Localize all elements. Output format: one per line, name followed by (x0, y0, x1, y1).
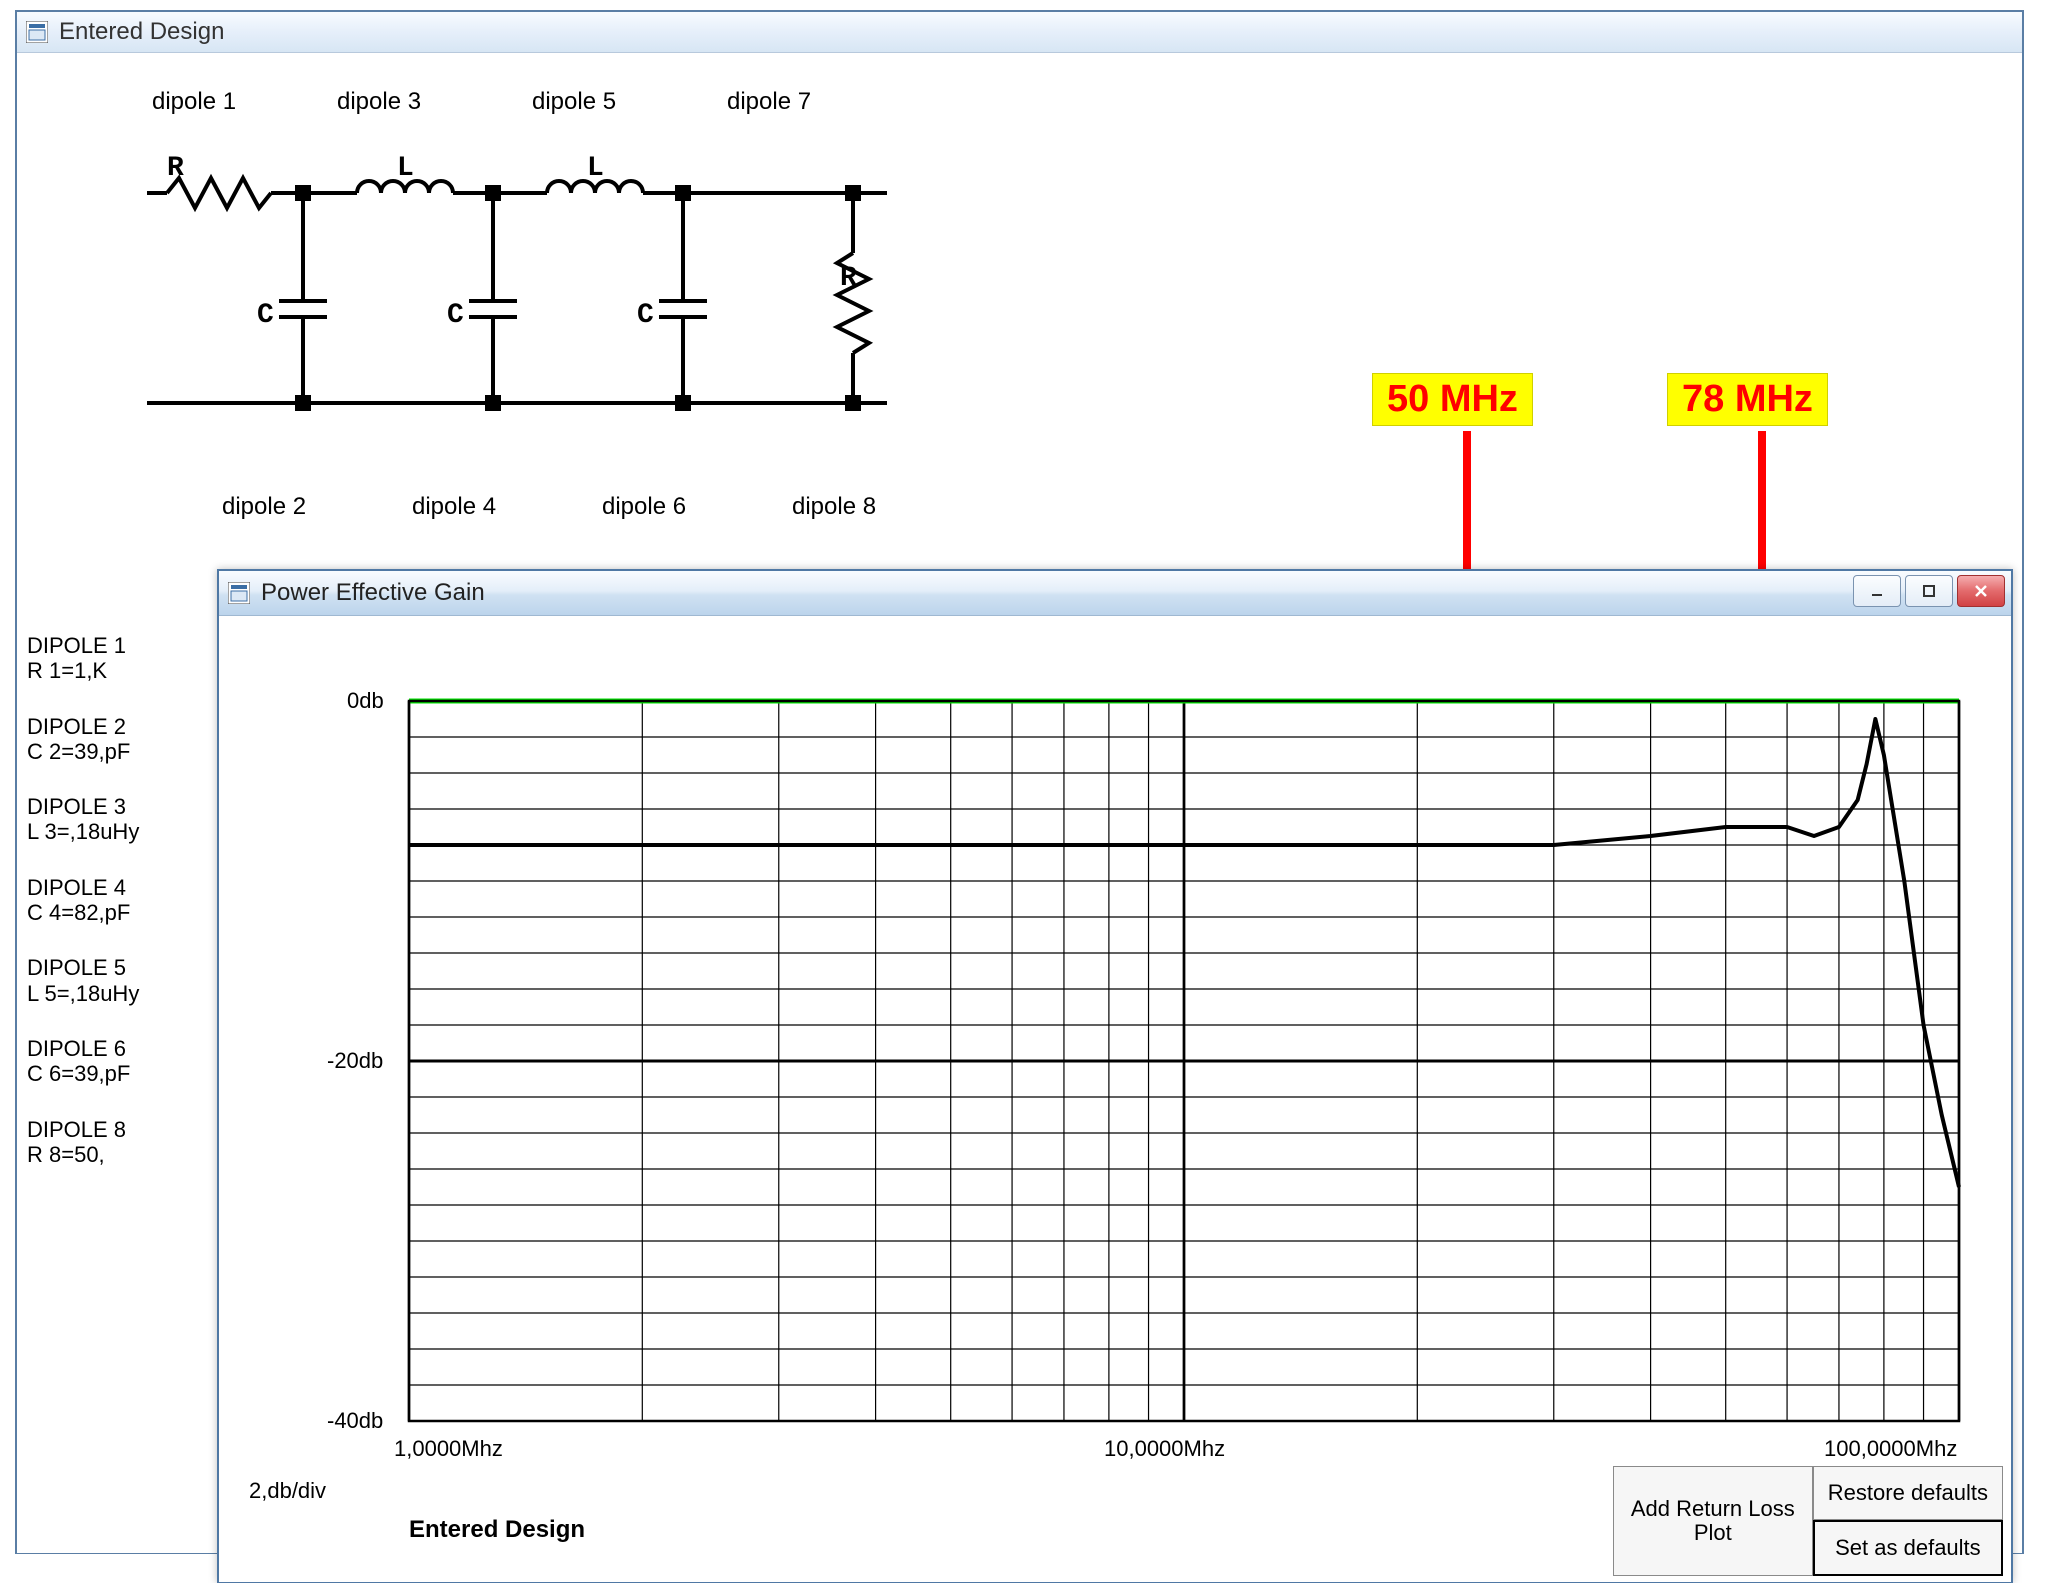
dipole-top-label-1: dipole 1 (152, 88, 236, 116)
annotation-50mhz: 50 MHz (1372, 373, 1533, 426)
sb-item-8: DIPOLE 8R 8=50, (27, 1117, 202, 1168)
inner-titlebar[interactable]: Power Effective Gain (219, 571, 2011, 616)
label-C2: C (447, 300, 464, 331)
dipole-top-label-5: dipole 5 (532, 88, 616, 116)
dipole-bot-label-8: dipole 8 (792, 493, 876, 521)
inner-window-title: Power Effective Gain (261, 579, 485, 607)
minimize-button[interactable] (1853, 575, 1901, 607)
dipole-top-label-7: dipole 7 (727, 88, 811, 116)
sb-item-2: DIPOLE 2C 2=39,pF (27, 714, 202, 765)
dipole-sidebar: DIPOLE 1R 1=1,K DIPOLE 2C 2=39,pF DIPOLE… (27, 633, 202, 1197)
restore-defaults-button[interactable]: Restore defaults (1813, 1466, 2003, 1520)
sb-item-5: DIPOLE 5L 5=,18uHy (27, 955, 202, 1006)
app-icon (25, 20, 49, 44)
maximize-button[interactable] (1905, 575, 1953, 607)
dipole-top-label-3: dipole 3 (337, 88, 421, 116)
label-C3: C (637, 300, 654, 331)
annotation-78mhz: 78 MHz (1667, 373, 1828, 426)
add-return-loss-button[interactable]: Add Return Loss Plot (1613, 1466, 1813, 1576)
outer-window-title: Entered Design (59, 18, 224, 46)
label-C1: C (257, 300, 274, 331)
label-R-right: R (840, 263, 857, 294)
dipole-bot-label-4: dipole 4 (412, 493, 496, 521)
label-R-left: R (167, 153, 184, 184)
circuit-diagram: R L L C C C R (147, 153, 947, 433)
sb-item-6: DIPOLE 6C 6=39,pF (27, 1036, 202, 1087)
label-L2: L (587, 153, 604, 184)
sb-item-1: DIPOLE 1R 1=1,K (27, 633, 202, 684)
label-L1: L (397, 153, 414, 184)
plot-svg (219, 616, 2009, 1576)
plot-area: 0db -20db -40db 1,0000Mhz 10,0000Mhz 100… (219, 616, 2011, 1582)
outer-titlebar[interactable]: Entered Design (17, 12, 2022, 53)
dipole-bot-label-6: dipole 6 (602, 493, 686, 521)
app-icon (227, 581, 251, 605)
dipole-bot-label-2: dipole 2 (222, 493, 306, 521)
sb-item-3: DIPOLE 3L 3=,18uHy (27, 794, 202, 845)
close-button[interactable] (1957, 575, 2005, 607)
sb-item-4: DIPOLE 4C 4=82,pF (27, 875, 202, 926)
inner-window: Power Effective Gain 0db -20db (217, 569, 2013, 1583)
outer-window: Entered Design dipole 1 dipole 3 dipole … (15, 10, 2024, 1554)
